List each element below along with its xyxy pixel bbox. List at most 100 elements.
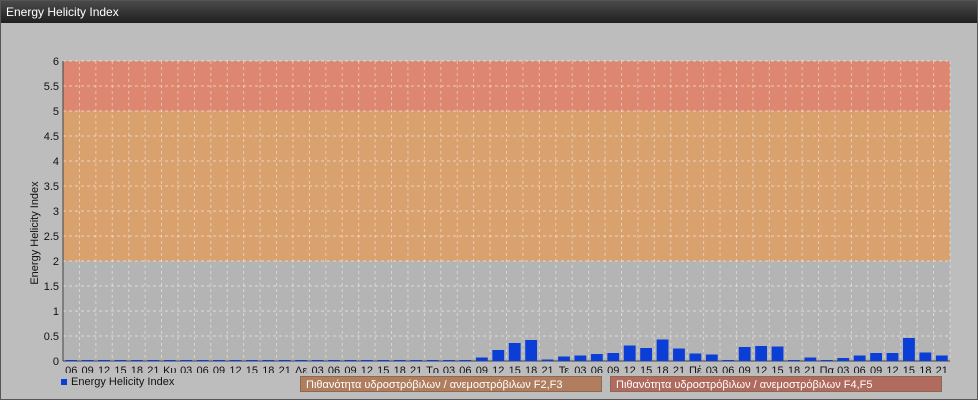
x-tick-label-6: Κυ [163,365,176,373]
bar-45 [804,357,817,361]
x-tick-label-5: 21 [147,365,159,373]
x-tick-label-44: 18 [788,365,800,373]
x-tick-label-0: 06 [65,365,77,373]
bar-0 [65,360,78,361]
x-tick-label-31: 03 [574,365,586,373]
bar-36 [656,339,669,361]
bar-29 [541,359,554,361]
bar-21 [410,360,423,361]
x-tick-label-16: 06 [328,365,340,373]
x-tick-label-41: 09 [739,365,751,373]
legend-series-label: Energy Helicity Index [71,376,175,388]
x-tick-label-52: 18 [919,365,931,373]
x-tick-label-11: 15 [246,365,258,373]
x-tick-label-30: Τε [559,365,570,373]
bar-10 [229,360,242,361]
x-tick-label-7: 03 [180,365,192,373]
bar-49 [870,353,882,361]
bar-33 [607,353,620,361]
legend-band-f2f3[interactable]: Πιθανότητα υδροστρόβιλων / ανεμοστρόβιλω… [300,376,602,392]
bar-53 [935,355,948,361]
x-tick-label-1: 09 [82,365,94,373]
bar-46 [820,360,833,361]
y-tick-label-12: 6 [53,56,59,68]
bar-30 [558,356,570,361]
bar-28 [525,340,538,361]
x-tick-label-42: 12 [755,365,767,373]
bar-16 [328,360,340,361]
x-tick-label-28: 18 [525,365,537,373]
x-tick-label-19: 15 [377,365,389,373]
x-tick-label-47: 03 [837,365,849,373]
bar-3 [114,360,127,361]
window-title: Energy Helicity Index [1,1,977,23]
bar-37 [673,348,685,361]
x-tick-label-2: 12 [98,365,110,373]
x-tick-label-49: 09 [870,365,882,373]
y-tick-label-9: 4.5 [44,131,59,143]
bar-51 [903,338,915,361]
bar-41 [738,347,751,361]
y-tick-label-8: 4 [53,156,59,168]
y-tick-label-5: 2.5 [44,231,59,243]
x-tick-label-25: 09 [476,365,488,373]
bar-31 [574,355,587,361]
x-tick-label-50: 12 [886,365,898,373]
bar-17 [344,360,357,361]
x-tick-label-39: 03 [706,365,718,373]
bar-44 [788,360,800,361]
x-tick-label-10: 12 [229,365,241,373]
bar-38 [689,353,702,361]
x-tick-label-18: 12 [361,365,373,373]
x-tick-label-53: 21 [936,365,948,373]
bar-18 [360,360,373,361]
x-tick-label-33: 09 [607,365,619,373]
x-tick-label-29: 21 [541,365,553,373]
bar-5 [147,360,160,361]
bar-52 [919,352,932,361]
bar-50 [886,353,899,361]
x-tick-label-22: Τρ [426,365,439,373]
bar-11 [245,360,258,361]
x-tick-label-35: 15 [640,365,652,373]
x-tick-label-15: 03 [311,365,323,373]
x-tick-label-14: Δε [295,365,307,373]
x-tick-label-38: Πέ [689,365,702,373]
bar-4 [131,360,143,361]
bar-12 [262,360,275,361]
bar-47 [837,358,850,361]
bar-35 [640,348,653,361]
x-tick-label-37: 21 [673,365,685,373]
x-tick-label-51: 15 [903,365,915,373]
y-tick-label-1: 0.5 [44,331,59,343]
bar-15 [311,360,324,361]
x-tick-label-20: 18 [394,365,406,373]
bar-48 [853,355,866,361]
chart-window: Energy Helicity Index 0 0.5 1 1.5 2 2.5 3 3.5 4 4… [0,0,978,400]
x-tick-label-36: 18 [656,365,668,373]
x-tick-label-3: 15 [114,365,126,373]
x-tick-label-17: 09 [344,365,356,373]
legend-swatch [61,379,67,386]
bar-14 [295,360,308,361]
x-tick-label-32: 06 [591,365,603,373]
legend-series[interactable]: Energy Helicity Index [61,375,174,389]
x-tick-label-43: 15 [771,365,783,373]
bar-34 [623,345,636,361]
bar-23 [443,360,455,361]
x-tick-label-13: 21 [279,365,291,373]
y-tick-label-0: 0 [53,356,59,368]
bar-8 [196,360,209,361]
bar-26 [492,350,505,361]
x-tick-label-21: 21 [410,365,422,373]
x-tick-label-45: 21 [804,365,816,373]
chart-plot: 0 0.5 1 1.5 2 2.5 3 3.5 4 4.5 5 5.5 6 06 09 12 15 18 21 Κυ… [29,56,951,373]
bar-1 [81,360,94,361]
y-tick-label-4: 2 [53,256,59,268]
x-tick-label-24: 06 [459,365,471,373]
bar-27 [508,343,521,361]
bar-24 [459,360,472,361]
x-tick-label-48: 06 [854,365,866,373]
x-tick-label-27: 15 [509,365,521,373]
legend-band-f4f5[interactable]: Πιθανότητα υδροστρόβιλων / ανεμοστρόβιλω… [610,376,942,392]
